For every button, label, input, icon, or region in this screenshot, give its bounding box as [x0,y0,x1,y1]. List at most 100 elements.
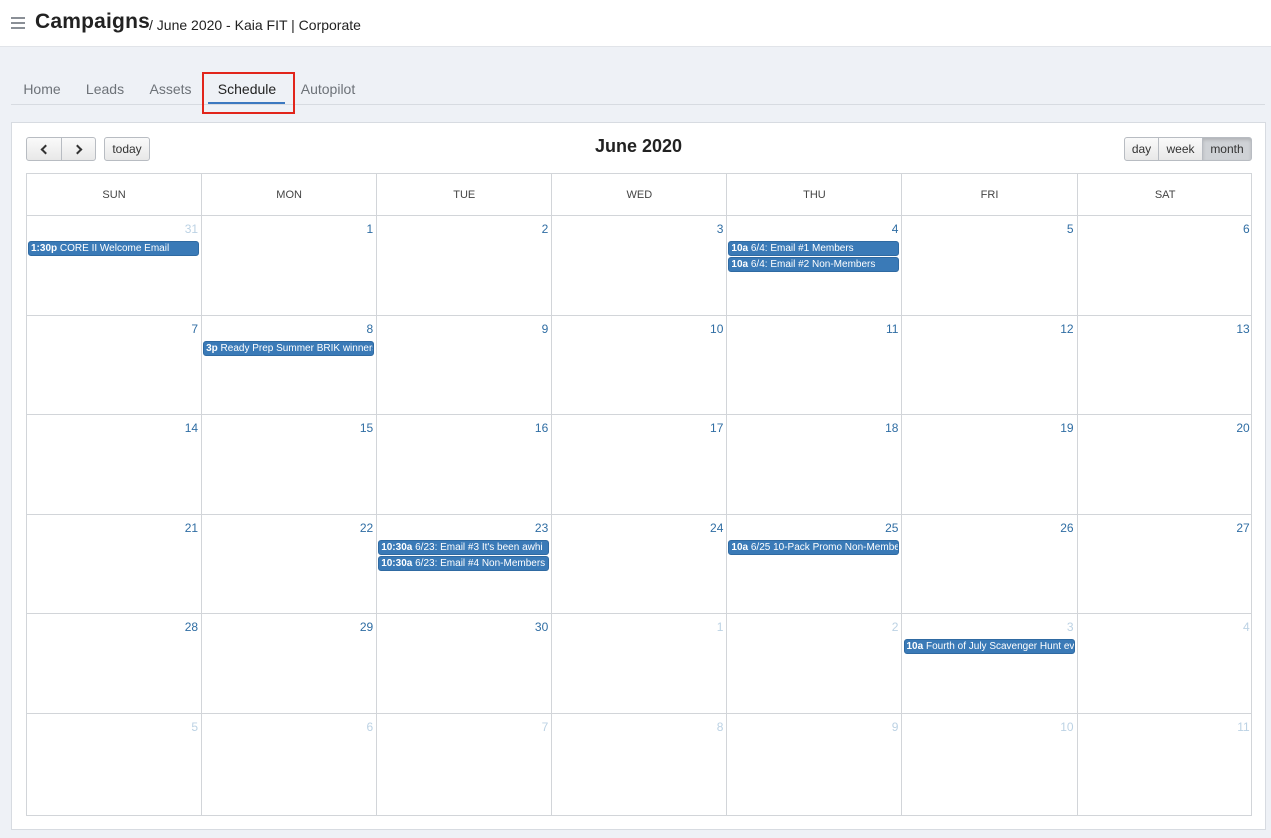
view-month-button[interactable]: month [1202,137,1252,161]
day-number[interactable]: 11 [886,322,898,336]
day-cell[interactable]: 14 [27,415,203,514]
day-cell[interactable]: 13 [1078,316,1253,414]
day-number[interactable]: 7 [542,720,549,734]
day-number[interactable]: 10 [1060,720,1073,734]
day-cell[interactable]: 28 [27,614,203,713]
day-cell[interactable]: 30 [377,614,553,713]
day-number[interactable]: 26 [1060,521,1073,535]
day-number[interactable]: 5 [191,720,198,734]
day-number[interactable]: 12 [1060,322,1073,336]
day-number[interactable]: 3 [1067,620,1074,634]
day-number[interactable]: 23 [535,521,548,535]
day-number[interactable]: 9 [892,720,899,734]
day-cell[interactable]: 1 [202,216,378,315]
calendar-event[interactable]: 10a 6/25 10-Pack Promo Non-Membe [728,540,900,555]
view-day-button[interactable]: day [1124,137,1159,161]
day-number[interactable]: 28 [185,620,198,634]
today-button[interactable]: today [104,137,150,161]
day-cell[interactable]: 20 [1078,415,1253,514]
tab-home[interactable]: Home [11,70,73,105]
day-cell[interactable]: 26 [903,515,1078,613]
calendar-event[interactable]: 10:30a 6/23: Email #4 Non-Members [378,556,550,571]
day-cell[interactable]: 15 [202,415,378,514]
day-number[interactable]: 19 [1060,421,1073,435]
day-cell[interactable]: 6 [1078,216,1253,315]
day-cell[interactable]: 11 [727,316,903,414]
day-cell[interactable]: 16 [377,415,553,514]
day-cell[interactable]: 2 [377,216,553,315]
day-cell[interactable]: 5 [903,216,1078,315]
day-cell[interactable]: 23 10:30a 6/23: Email #3 It's been awhi 10… [377,515,553,613]
calendar-event[interactable]: 10a 6/4: Email #2 Non-Members [728,257,900,272]
day-number[interactable]: 15 [360,421,373,435]
view-week-button[interactable]: week [1158,137,1203,161]
day-number[interactable]: 13 [1236,322,1249,336]
day-cell[interactable]: 11 [1078,714,1253,815]
day-cell[interactable]: 4 [1078,614,1253,713]
day-number[interactable]: 18 [885,421,898,435]
day-cell[interactable]: 7 [377,714,553,815]
day-cell[interactable]: 7 [27,316,203,414]
tab-leads[interactable]: Leads [76,70,134,105]
hamburger-icon[interactable] [11,17,25,29]
day-number[interactable]: 5 [1067,222,1074,236]
day-number[interactable]: 17 [710,421,723,435]
day-number[interactable]: 29 [360,620,373,634]
day-number[interactable]: 11 [1237,720,1249,734]
tab-assets[interactable]: Assets [140,70,201,105]
day-cell[interactable]: 5 [27,714,203,815]
day-cell[interactable]: 31 1:30p CORE II Welcome Email [27,216,203,315]
day-cell[interactable]: 19 [903,415,1078,514]
day-number[interactable]: 4 [1243,620,1250,634]
day-number[interactable]: 7 [191,322,198,336]
day-cell[interactable]: 22 [202,515,378,613]
day-cell[interactable]: 2 [727,614,903,713]
tab-schedule[interactable]: Schedule [207,70,287,105]
day-number[interactable]: 14 [185,421,198,435]
calendar-event[interactable]: 10a 6/4: Email #1 Members [728,241,900,256]
day-cell[interactable]: 18 [727,415,903,514]
day-number[interactable]: 24 [710,521,723,535]
next-button[interactable] [61,137,96,161]
day-number[interactable]: 21 [185,521,198,535]
day-number[interactable]: 31 [185,222,198,236]
day-cell[interactable]: 10 [552,316,728,414]
day-number[interactable]: 1 [367,222,374,236]
day-number[interactable]: 8 [367,322,374,336]
day-number[interactable]: 10 [710,322,723,336]
day-number[interactable]: 9 [542,322,549,336]
day-cell[interactable]: 25 10a 6/25 10-Pack Promo Non-Membe [727,515,903,613]
day-cell[interactable]: 24 [552,515,728,613]
day-cell[interactable]: 12 [903,316,1078,414]
day-number[interactable]: 2 [892,620,899,634]
day-cell[interactable]: 4 10a 6/4: Email #1 Members 10a 6/4: Email… [727,216,903,315]
day-cell[interactable]: 29 [202,614,378,713]
calendar-event[interactable]: 10a Fourth of July Scavenger Hunt ev [903,639,1075,654]
day-cell[interactable]: 3 10a Fourth of July Scavenger Hunt ev [903,614,1078,713]
day-cell[interactable]: 6 [202,714,378,815]
day-number[interactable]: 6 [367,720,374,734]
day-cell[interactable]: 1 [552,614,728,713]
day-number[interactable]: 2 [542,222,549,236]
day-cell[interactable]: 17 [552,415,728,514]
day-number[interactable]: 8 [717,720,724,734]
calendar-event[interactable]: 3p Ready Prep Summer BRIK winners [203,341,375,356]
day-cell[interactable]: 9 [727,714,903,815]
day-number[interactable]: 30 [535,620,548,634]
tab-autopilot[interactable]: Autopilot [294,70,362,105]
day-number[interactable]: 6 [1243,222,1250,236]
day-cell[interactable]: 9 [377,316,553,414]
day-cell[interactable]: 10 [903,714,1078,815]
day-number[interactable]: 22 [360,521,373,535]
day-cell[interactable]: 21 [27,515,203,613]
calendar-event[interactable]: 10:30a 6/23: Email #3 It's been awhi [378,540,550,555]
day-number[interactable]: 4 [892,222,899,236]
prev-button[interactable] [26,137,62,161]
day-cell[interactable]: 27 [1078,515,1253,613]
day-cell[interactable]: 8 [552,714,728,815]
day-number[interactable]: 27 [1236,521,1249,535]
day-number[interactable]: 3 [717,222,724,236]
day-number[interactable]: 16 [535,421,548,435]
day-number[interactable]: 1 [717,620,724,634]
calendar-event[interactable]: 1:30p CORE II Welcome Email [28,241,200,256]
